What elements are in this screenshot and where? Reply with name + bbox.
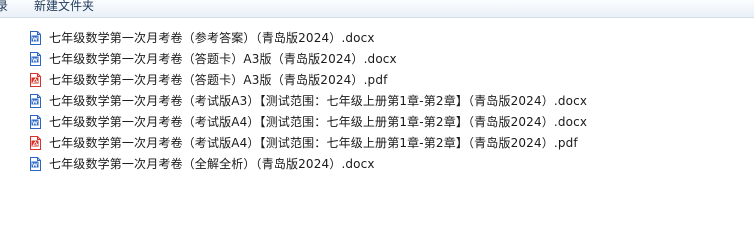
toolbar-previous-item[interactable]: 录 xyxy=(0,0,8,15)
file-name: 七年级数学第一次月考卷（参考答案）（青岛版2024）.docx xyxy=(49,31,375,45)
pdf-doc-icon xyxy=(30,136,41,150)
file-item[interactable]: 七年级数学第一次月考卷（考试版A3）【测试范围：七年级上册第1章-第2章】（青岛… xyxy=(0,91,754,112)
word-doc-icon xyxy=(30,94,41,108)
file-name: 七年级数学第一次月考卷（考试版A4）【测试范围：七年级上册第1章-第2章】（青岛… xyxy=(49,136,578,150)
word-doc-icon xyxy=(30,115,41,129)
word-doc-icon xyxy=(30,157,41,171)
word-doc-icon xyxy=(30,52,41,66)
file-name: 七年级数学第一次月考卷（答题卡）A3版（青岛版2024）.pdf xyxy=(49,73,388,87)
pdf-doc-icon xyxy=(30,73,41,87)
explorer-toolbar: 录 新建文件夹 xyxy=(0,0,754,18)
file-list: 七年级数学第一次月考卷（参考答案）（青岛版2024）.docx 七年级数学第一次… xyxy=(0,28,754,175)
file-name: 七年级数学第一次月考卷（答题卡）A3版（青岛版2024）.docx xyxy=(49,52,397,66)
file-item[interactable]: 七年级数学第一次月考卷（参考答案）（青岛版2024）.docx xyxy=(0,28,754,49)
file-name: 七年级数学第一次月考卷（全解全析）（青岛版2024）.docx xyxy=(49,157,375,171)
file-name: 七年级数学第一次月考卷（考试版A3）【测试范围：七年级上册第1章-第2章】（青岛… xyxy=(49,94,588,108)
file-item[interactable]: 七年级数学第一次月考卷（考试版A4）【测试范围：七年级上册第1章-第2章】（青岛… xyxy=(0,133,754,154)
file-item[interactable]: 七年级数学第一次月考卷（全解全析）（青岛版2024）.docx xyxy=(0,154,754,175)
word-doc-icon xyxy=(30,31,41,45)
file-item[interactable]: 七年级数学第一次月考卷（答题卡）A3版（青岛版2024）.docx xyxy=(0,49,754,70)
file-name: 七年级数学第一次月考卷（考试版A4）【测试范围：七年级上册第1章-第2章】（青岛… xyxy=(49,115,588,129)
file-item[interactable]: 七年级数学第一次月考卷（答题卡）A3版（青岛版2024）.pdf xyxy=(0,70,754,91)
new-folder-button[interactable]: 新建文件夹 xyxy=(34,0,94,15)
file-item[interactable]: 七年级数学第一次月考卷（考试版A4）【测试范围：七年级上册第1章-第2章】（青岛… xyxy=(0,112,754,133)
